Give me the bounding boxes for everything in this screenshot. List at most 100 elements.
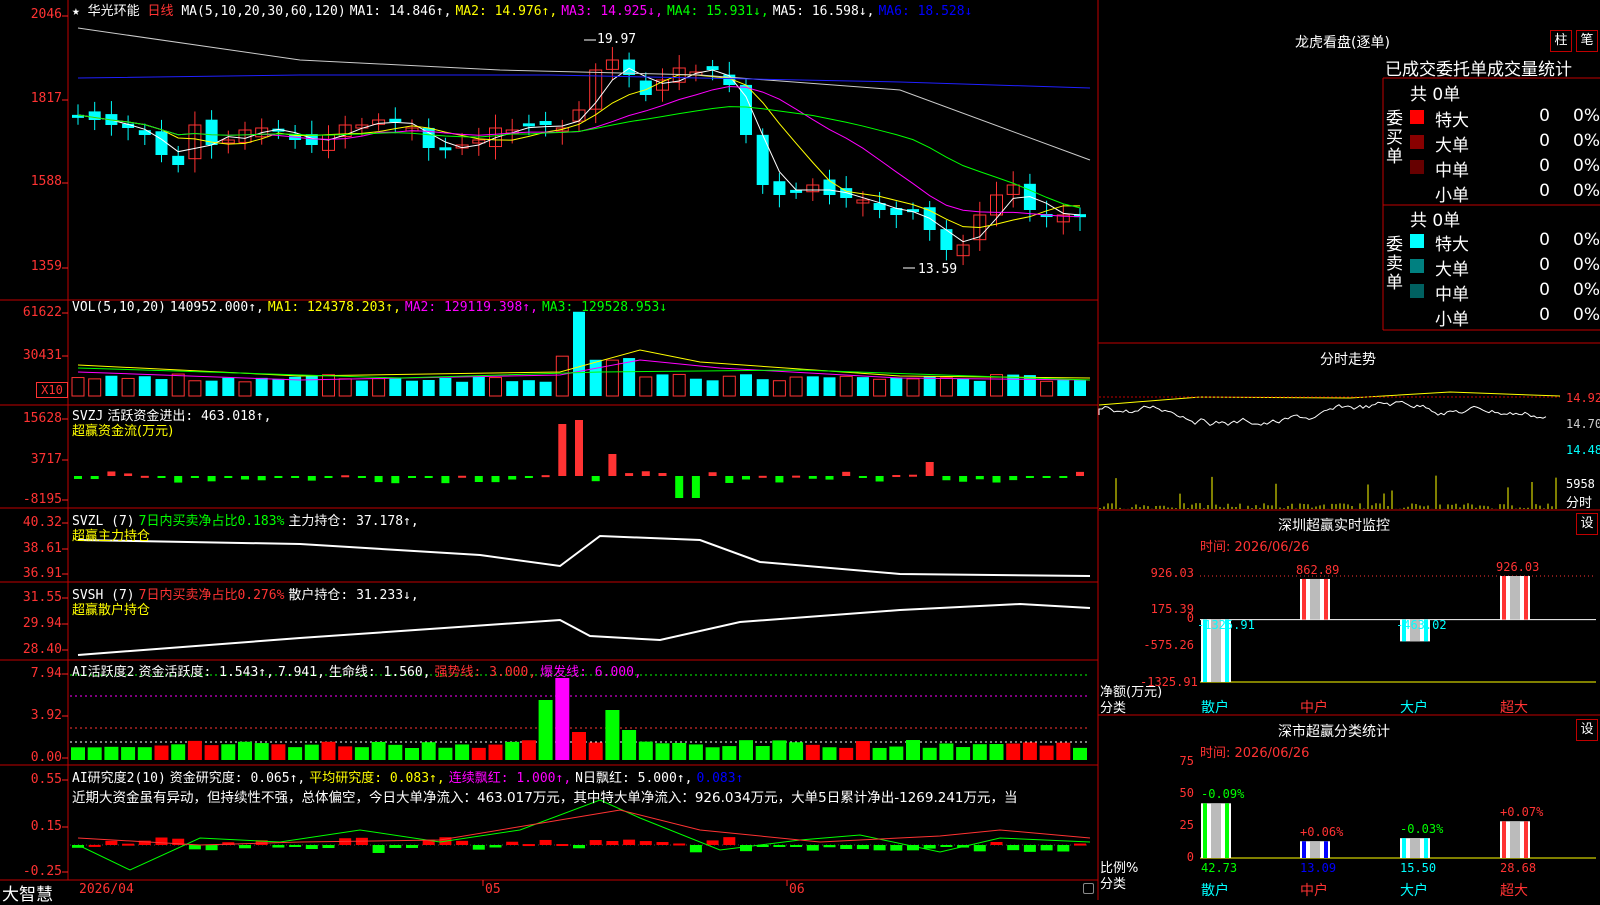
- flow-bar: [508, 476, 517, 480]
- volume-bar: [906, 378, 920, 397]
- volume-bar: [155, 379, 168, 396]
- volume-bar: [389, 377, 402, 396]
- activity-bar: [722, 746, 737, 760]
- research-bar: [689, 845, 702, 853]
- activity-bar: [956, 747, 971, 760]
- research-bar: [322, 845, 335, 849]
- volume-bar: [439, 377, 452, 396]
- header-value: 7.941,: [277, 665, 325, 680]
- volume-bar: [1057, 379, 1070, 396]
- flow-bar: [608, 454, 617, 476]
- candle-body: [88, 111, 101, 120]
- activity-bar: [421, 742, 436, 760]
- tick-view-button[interactable]: 笔: [1576, 30, 1598, 52]
- flow-bar: [725, 476, 734, 483]
- price-ytick: 1817: [30, 91, 62, 106]
- flow-bar: [524, 476, 533, 479]
- activity-bar: [855, 741, 870, 760]
- x-axis-label: 06: [789, 882, 805, 897]
- volume-bar: [589, 359, 602, 396]
- activity-bar: [538, 700, 553, 760]
- flow-bar: [842, 471, 851, 476]
- order-color-swatch: [1410, 185, 1424, 199]
- order-count: 0: [1539, 106, 1550, 126]
- activity-bar: [154, 745, 169, 760]
- activity-bar: [521, 740, 536, 760]
- flow-bar: [825, 476, 834, 480]
- header-value: MA1: 14.846↑,: [349, 4, 452, 19]
- monitor-bar-stripe: [1524, 576, 1528, 620]
- research-bar: [389, 845, 402, 848]
- price-ytick: 1588: [30, 174, 62, 189]
- activity-bar: [121, 747, 136, 760]
- svzl-ytick: 38.61: [22, 541, 62, 556]
- period-label[interactable]: 日线: [148, 4, 174, 19]
- order-size-label: 小单: [1435, 186, 1469, 206]
- classify-bar-stripe: [1402, 838, 1406, 858]
- volume-bar: [205, 380, 218, 396]
- activity-bar: [171, 744, 186, 760]
- monitor-value-label: -463.02: [1396, 617, 1447, 632]
- flow-bar: [1025, 476, 1034, 478]
- volume-bar: [973, 380, 986, 396]
- monitor-category-label: 中户: [1300, 700, 1328, 716]
- activity-bar: [338, 746, 353, 760]
- research-bar: [790, 845, 803, 847]
- svzl-subtitle: 超赢主力持仓: [72, 529, 151, 544]
- sz-monitor-settings-button[interactable]: 设: [1576, 513, 1598, 535]
- bar-view-button[interactable]: 柱: [1550, 30, 1572, 52]
- header-value: 0.083↑: [696, 771, 744, 786]
- header-value: N日飘红: 5.000↑,: [575, 771, 693, 786]
- header-value: 7日内买卖净占比0.276%: [138, 588, 285, 603]
- order-size-label: 大单: [1435, 260, 1469, 280]
- order-count: 0: [1539, 230, 1550, 250]
- svzj-ytick: -8195: [22, 492, 62, 507]
- order-percent: 0%: [1573, 305, 1600, 325]
- classify-value-label: 15.50: [1400, 861, 1437, 875]
- activity-bar: [688, 744, 703, 760]
- order-count: 0: [1539, 305, 1550, 325]
- research-bar: [623, 839, 636, 845]
- order-percent: 0%: [1573, 131, 1600, 151]
- svzj-ytick: 3717: [30, 452, 62, 467]
- classify-change-label: -0.03%: [1400, 822, 1444, 837]
- order-size-label: 特大: [1435, 235, 1469, 255]
- classify-category-label: 超大: [1500, 883, 1528, 899]
- activity-bar: [889, 746, 904, 760]
- flow-bar: [758, 475, 767, 478]
- flow-bar: [775, 476, 784, 483]
- intraday-price-line: [1098, 400, 1547, 427]
- classify-bar-stripe: [1524, 821, 1528, 858]
- volume-bar: [355, 380, 368, 396]
- candle-body: [155, 131, 168, 155]
- sz-classify-settings-button[interactable]: 设: [1576, 719, 1598, 741]
- lock-icon[interactable]: [1083, 883, 1094, 894]
- activity-bar: [655, 743, 670, 760]
- monitor-bar-stripe: [1502, 576, 1506, 620]
- research-bar: [773, 845, 786, 847]
- classify-change-label: -0.09%: [1201, 787, 1245, 802]
- ma-line: [77, 74, 1091, 89]
- research-bar: [406, 845, 418, 848]
- vol-header: VOL(5,10,20) 140952.000↑, MA1: 124378.203↑…: [72, 300, 671, 315]
- sz-monitor-cat-label: 分类: [1100, 701, 1127, 716]
- candle-body: [773, 181, 786, 195]
- flow-bar: [74, 476, 82, 479]
- classify-value-label: 28.68: [1500, 861, 1537, 875]
- flow-bar: [591, 476, 600, 482]
- volume-bar: [456, 381, 469, 396]
- research-bar: [573, 845, 585, 849]
- volume-bar: [839, 375, 853, 397]
- sz-monitor-ytick: 0: [1186, 611, 1194, 625]
- svzj-ytick: 15628: [22, 411, 62, 426]
- flow-bar: [291, 476, 300, 478]
- volume-bar: [88, 378, 102, 397]
- order-color-swatch: [1410, 160, 1424, 174]
- volume-bar: [890, 377, 903, 396]
- intraday-vol-label: 5958: [1566, 477, 1595, 491]
- header-value: 资金活跃度: 1.543↑,: [138, 665, 274, 680]
- header-value: MA5: 16.598↓,: [772, 4, 875, 19]
- star-icon[interactable]: ★: [72, 4, 80, 19]
- volume-bar: [806, 376, 819, 396]
- activity-bar: [288, 747, 303, 760]
